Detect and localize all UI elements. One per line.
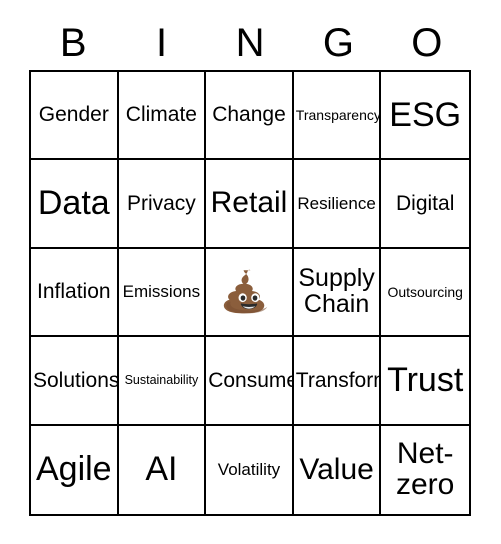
bingo-cell-label: Inflation <box>37 280 111 304</box>
bingo-cell-i2[interactable]: Privacy <box>118 160 207 249</box>
bingo-header-letter-g: G <box>322 21 354 65</box>
bingo-cell-free-space[interactable] <box>206 248 294 338</box>
bingo-cell-i3[interactable]: Emissions <box>118 248 207 338</box>
bingo-cell-i4[interactable]: Sustainability <box>118 337 207 426</box>
bingo-header-row: B I N G O <box>29 18 471 68</box>
bingo-card: B I N G O Gender Climate Change Transpar… <box>0 0 501 544</box>
bingo-cell-g3[interactable]: Supply Chain <box>293 248 382 338</box>
bingo-cell-o2[interactable]: Digital <box>381 160 469 249</box>
bingo-cell-label: Privacy <box>126 191 196 215</box>
bingo-cell-label: Climate <box>125 103 197 127</box>
bingo-cell-b3[interactable]: Inflation <box>31 248 119 338</box>
bingo-cell-b4[interactable]: Solutions <box>31 337 119 426</box>
bingo-cell-n4[interactable]: Consumer <box>206 337 294 426</box>
bingo-cell-label: Supply Chain <box>298 264 375 318</box>
bingo-cell-label: Net- zero <box>396 437 455 501</box>
bingo-cell-label: Volatility <box>217 460 281 480</box>
bingo-cell-label: Data <box>37 184 110 223</box>
bingo-cell-g1[interactable]: Transparency <box>293 72 382 161</box>
bingo-header-letter-o: O <box>411 21 443 65</box>
bingo-cell-g4[interactable]: Transform <box>293 337 382 426</box>
bingo-cell-label: ESG <box>389 95 462 134</box>
bingo-cell-g2[interactable]: Resilience <box>293 160 382 249</box>
bingo-cell-label: Outsourcing <box>387 283 463 300</box>
bingo-cell-n2[interactable]: Retail <box>206 160 294 249</box>
bingo-cell-b2[interactable]: Data <box>31 160 119 249</box>
bingo-cell-label: Digital <box>396 191 455 215</box>
bingo-cell-label: Change <box>212 103 286 127</box>
bingo-cell-label: Transform <box>295 368 382 392</box>
bingo-cell-label: Solutions <box>33 368 119 392</box>
bingo-cell-label: Resilience <box>297 193 376 213</box>
bingo-cell-i5[interactable]: AI <box>118 425 207 514</box>
bingo-cell-label: Trust <box>387 361 464 400</box>
pile-of-poo-icon <box>223 266 275 318</box>
bingo-header-letter-i: I <box>156 21 168 65</box>
bingo-cell-label: AI <box>145 450 178 489</box>
bingo-cell-label: Gender <box>38 103 109 127</box>
bingo-cell-i1[interactable]: Climate <box>118 72 207 161</box>
bingo-cell-label: Emissions <box>122 282 201 302</box>
bingo-cell-b1[interactable]: Gender <box>31 72 119 161</box>
bingo-cell-label: Consumer <box>208 368 292 392</box>
bingo-cell-g5[interactable]: Value <box>293 425 382 514</box>
bingo-cell-n1[interactable]: Change <box>206 72 294 161</box>
bingo-cell-n5[interactable]: Volatility <box>206 425 294 514</box>
bingo-header-letter-b: B <box>59 21 87 65</box>
bingo-cell-label: Agile <box>35 450 112 489</box>
bingo-cell-o3[interactable]: Outsourcing <box>381 248 469 338</box>
bingo-cell-label: Retail <box>210 186 288 220</box>
bingo-cell-label: Value <box>299 452 374 486</box>
bingo-cell-b5[interactable]: Agile <box>31 425 119 514</box>
bingo-header-letter-n: N <box>235 21 265 65</box>
bingo-cell-o1[interactable]: ESG <box>381 72 469 161</box>
bingo-cell-label: Sustainability <box>124 373 199 388</box>
bingo-grid: Gender Climate Change Transparency ESG D… <box>29 70 471 516</box>
bingo-cell-o4[interactable]: Trust <box>381 337 469 426</box>
bingo-cell-label: Transparency <box>295 107 381 124</box>
bingo-cell-o5[interactable]: Net- zero <box>381 425 469 514</box>
